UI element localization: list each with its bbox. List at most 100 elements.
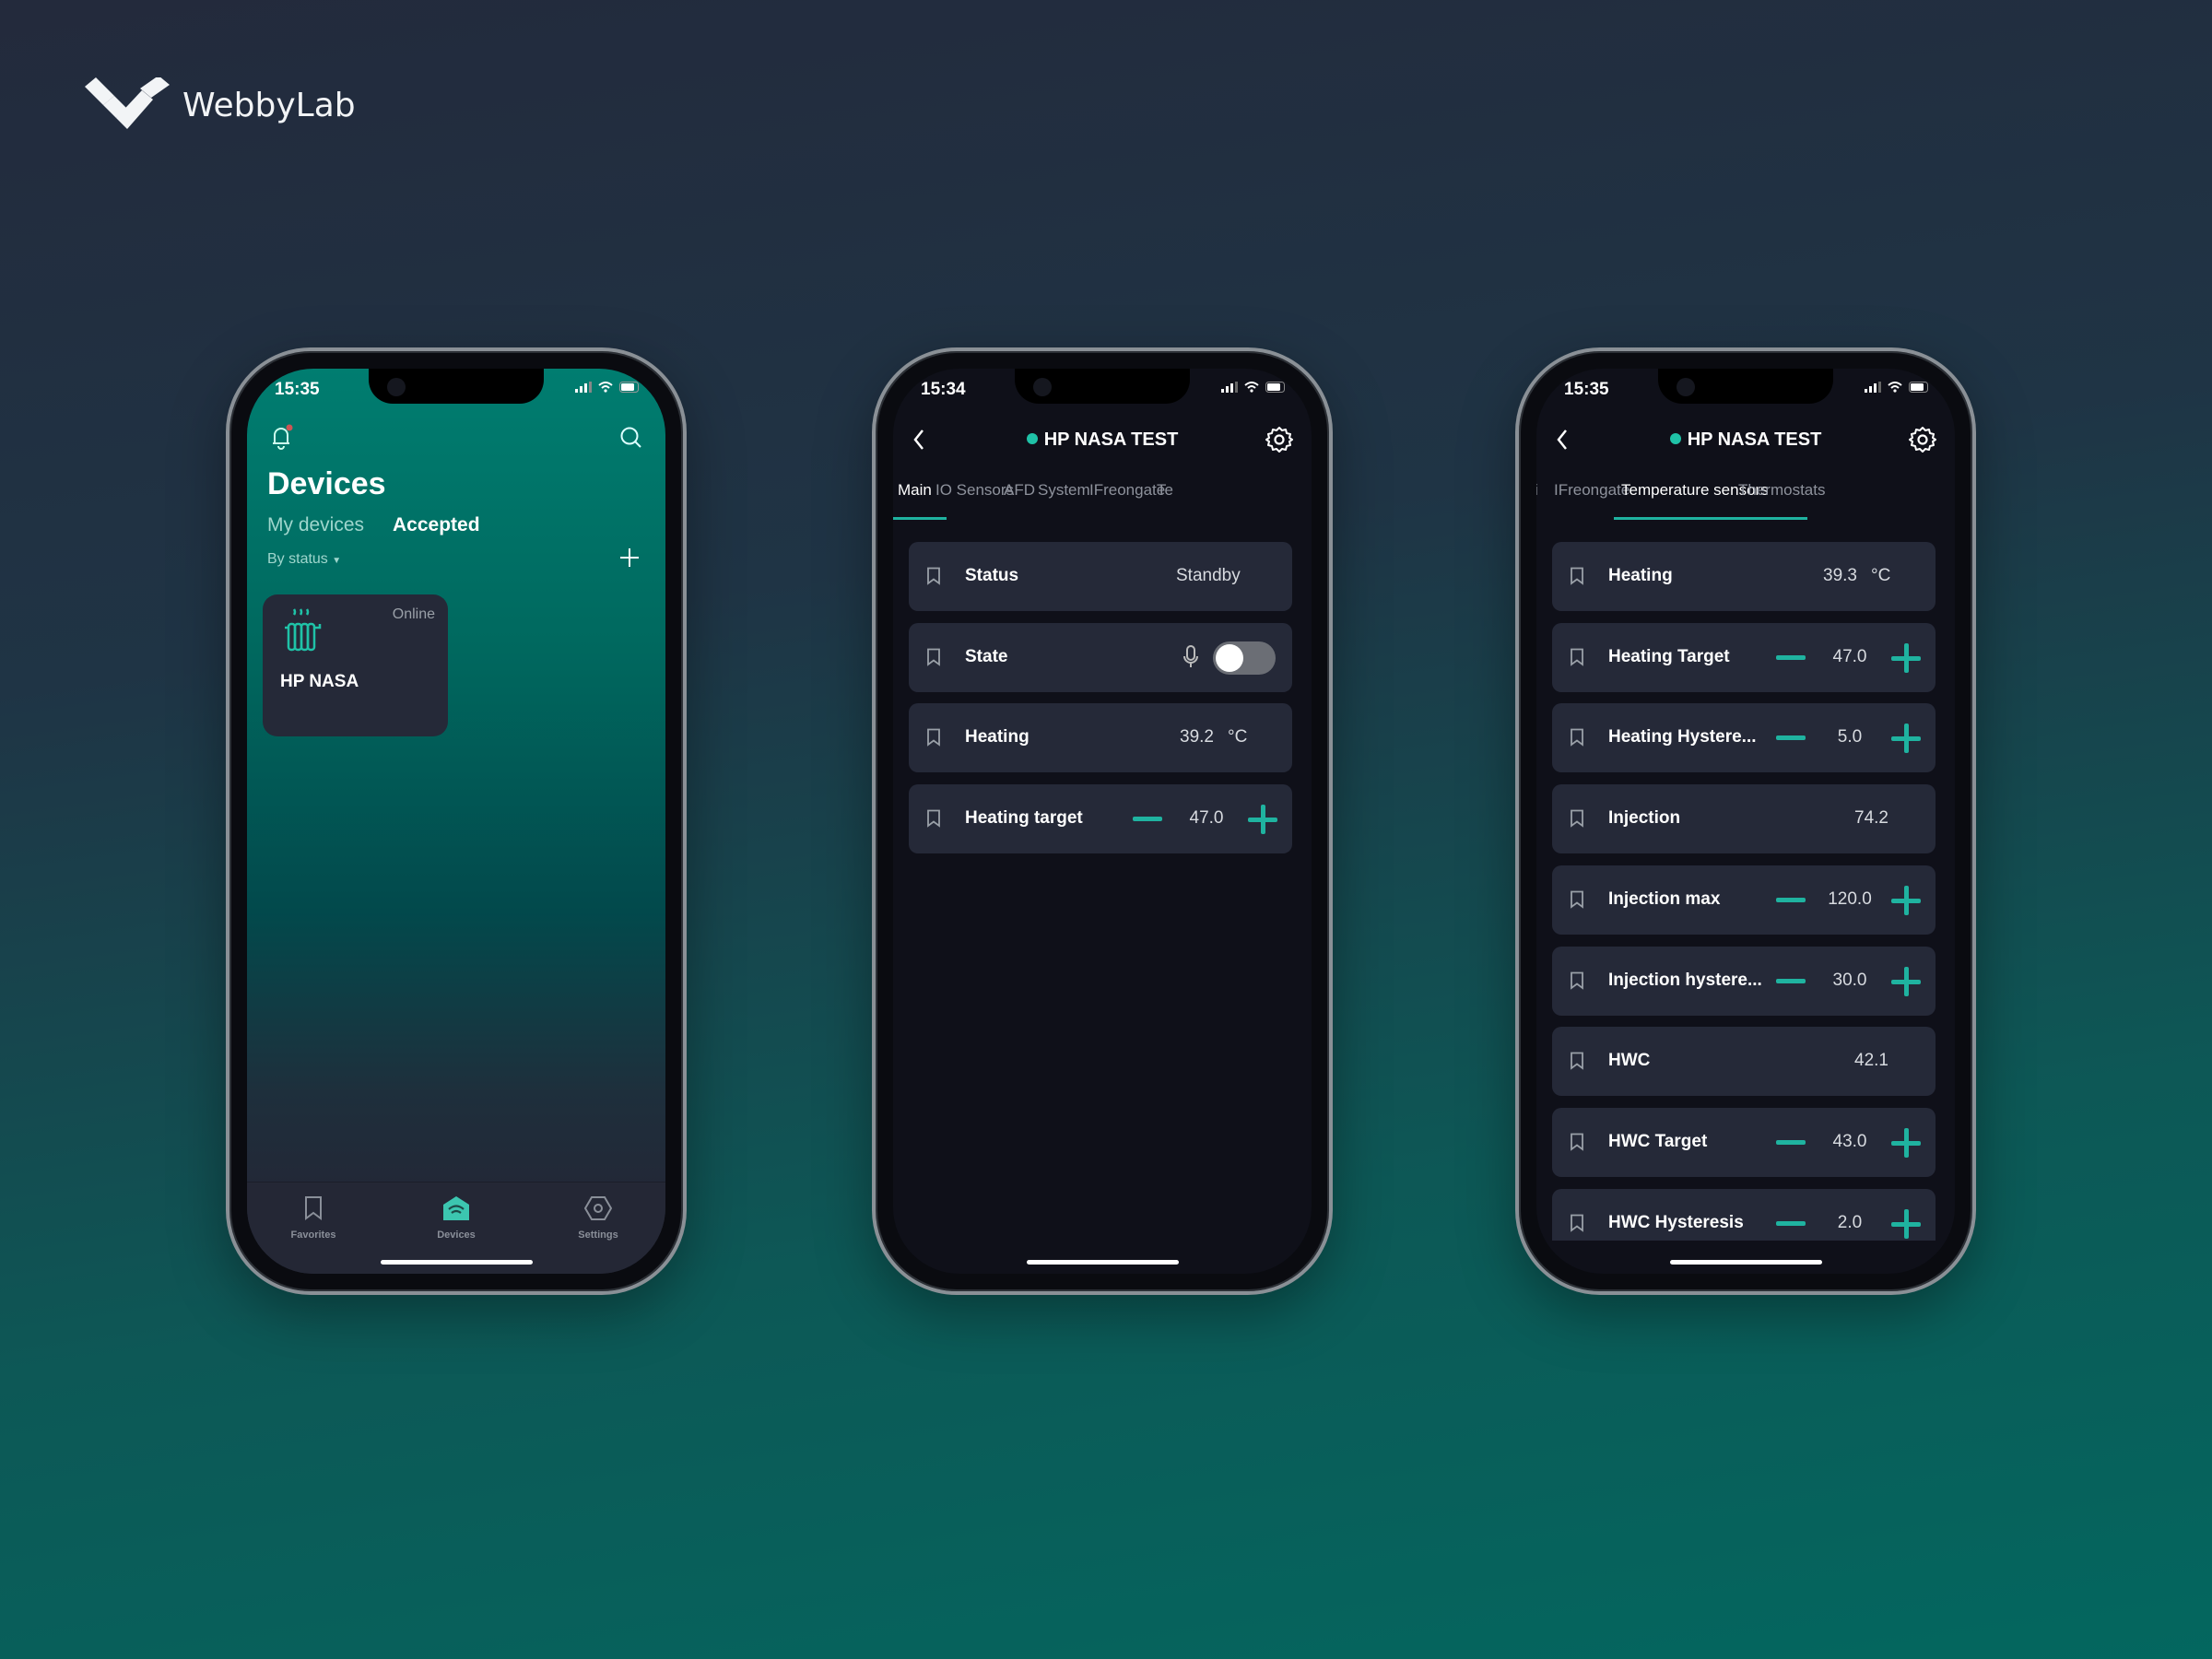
gear-icon[interactable] bbox=[1909, 426, 1936, 453]
nav-settings[interactable]: Settings bbox=[547, 1195, 649, 1241]
settings-hex-icon bbox=[583, 1196, 613, 1220]
tab-ifreongate[interactable]: IFreongate bbox=[1554, 481, 1630, 500]
tab-te[interactable]: Te bbox=[1157, 481, 1173, 500]
parameter-row: Heating Target 47.0 bbox=[1552, 623, 1936, 692]
device-name: HP NASA bbox=[280, 672, 359, 691]
parameter-list[interactable]: Heating 39.3 °C Heating Target 47.0 Heatin… bbox=[1552, 542, 1936, 1241]
phone-device-temperature: 15:35 HP NASA TEST iIFreongateTemperatur… bbox=[1515, 347, 1976, 1295]
parameter-row: Heating 39.3 °C bbox=[1552, 542, 1936, 611]
tab-my-devices[interactable]: My devices bbox=[267, 514, 364, 536]
radiator-icon bbox=[285, 608, 322, 652]
parameter-value: 42.1 bbox=[1854, 1051, 1888, 1070]
increment-button[interactable] bbox=[1891, 886, 1921, 915]
online-dot-icon bbox=[1026, 433, 1038, 444]
parameter-value: 74.2 bbox=[1854, 808, 1888, 828]
parameter-row: State bbox=[909, 623, 1292, 692]
bookmark-icon[interactable] bbox=[1570, 890, 1584, 909]
device-card[interactable]: Online HP NASA bbox=[263, 594, 448, 736]
parameter-row: Injection max 120.0 bbox=[1552, 865, 1936, 935]
nav-label: Devices bbox=[437, 1230, 476, 1241]
decrement-button[interactable] bbox=[1776, 655, 1806, 660]
increment-button[interactable] bbox=[1891, 1128, 1921, 1158]
tab-i[interactable]: i bbox=[1536, 481, 1538, 500]
microphone-icon[interactable] bbox=[1183, 645, 1198, 669]
bookmark-icon[interactable] bbox=[1570, 809, 1584, 828]
parameter-label: Heating target bbox=[965, 808, 1083, 828]
increment-button[interactable] bbox=[1891, 1209, 1921, 1239]
decrement-button[interactable] bbox=[1776, 1140, 1806, 1145]
bookmark-icon[interactable] bbox=[1570, 971, 1584, 990]
status-time: 15:34 bbox=[921, 380, 966, 399]
tab-thermostats[interactable]: Thermostats bbox=[1738, 481, 1825, 500]
category-tabs: Main IO Sensors AFD System IFreongate Te bbox=[893, 481, 1312, 522]
phone-device-main: 15:34 HP NASA TEST Main IO Sensors AFD Syst… bbox=[872, 347, 1333, 1295]
increment-button[interactable] bbox=[1891, 967, 1921, 996]
device-title-text: HP NASA TEST bbox=[1687, 429, 1822, 450]
bookmark-icon[interactable] bbox=[1570, 1052, 1584, 1070]
parameter-label: HWC Target bbox=[1608, 1132, 1708, 1151]
decrement-button[interactable] bbox=[1776, 979, 1806, 983]
caret-down-icon: ▼ bbox=[332, 556, 342, 566]
device-title: HP NASA TEST bbox=[893, 429, 1312, 451]
tab-afd[interactable]: AFD bbox=[1004, 481, 1035, 500]
bookmark-icon[interactable] bbox=[1570, 728, 1584, 747]
parameter-row: Heating Hystere... 5.0 bbox=[1552, 703, 1936, 772]
decrement-button[interactable] bbox=[1133, 817, 1162, 821]
bookmark-icon[interactable] bbox=[926, 728, 941, 747]
device-title: HP NASA TEST bbox=[1536, 429, 1955, 451]
device-title-text: HP NASA TEST bbox=[1043, 429, 1179, 450]
parameter-value: 39.3 bbox=[1823, 566, 1857, 585]
webbylab-logo: WebbyLab bbox=[81, 77, 356, 133]
bookmark-icon[interactable] bbox=[926, 809, 941, 828]
parameter-label: HWC Hysteresis bbox=[1608, 1213, 1744, 1232]
parameter-list[interactable]: Status Standby State Heating 39.2 °C Heatin… bbox=[909, 542, 1292, 1241]
increment-button[interactable] bbox=[1891, 724, 1921, 753]
tab-accepted[interactable]: Accepted bbox=[393, 514, 480, 536]
device-status: Online bbox=[392, 606, 435, 622]
nav-favorites[interactable]: Favorites bbox=[263, 1195, 364, 1241]
bookmark-icon[interactable] bbox=[1570, 567, 1584, 585]
stepper-value: 43.0 bbox=[1832, 1132, 1867, 1151]
parameter-label: Injection hystere... bbox=[1608, 971, 1762, 990]
bookmark-icon[interactable] bbox=[926, 648, 941, 666]
state-toggle[interactable] bbox=[1213, 641, 1276, 675]
tab-ifreongate[interactable]: IFreongate bbox=[1089, 481, 1165, 500]
parameter-row: HWC 42.1 bbox=[1552, 1027, 1936, 1096]
page-title: Devices bbox=[267, 466, 386, 501]
parameter-row: Status Standby bbox=[909, 542, 1292, 611]
tab-system[interactable]: System bbox=[1038, 481, 1090, 500]
parameter-label: HWC bbox=[1608, 1051, 1651, 1070]
home-indicator bbox=[381, 1260, 533, 1265]
bookmark-icon[interactable] bbox=[926, 567, 941, 585]
search-icon[interactable] bbox=[619, 426, 643, 450]
bookmark-icon[interactable] bbox=[1570, 1133, 1584, 1151]
stepper-value: 47.0 bbox=[1189, 808, 1224, 828]
decrement-button[interactable] bbox=[1776, 735, 1806, 740]
filter-dropdown[interactable]: By status ▼ bbox=[267, 551, 341, 568]
increment-button[interactable] bbox=[1248, 805, 1277, 834]
tab-main[interactable]: Main bbox=[898, 481, 932, 500]
tab-io-sensors[interactable]: IO Sensors bbox=[935, 481, 1014, 500]
nav-devices[interactable]: Devices bbox=[406, 1195, 507, 1241]
parameter-label: Injection bbox=[1608, 808, 1681, 828]
gear-icon[interactable] bbox=[1265, 426, 1293, 453]
stepper-value: 2.0 bbox=[1837, 1213, 1863, 1232]
notification-bell-icon[interactable] bbox=[269, 424, 295, 452]
parameter-row: Heating target 47.0 bbox=[909, 784, 1292, 853]
parameter-row: Injection 74.2 bbox=[1552, 784, 1936, 853]
add-device-icon[interactable] bbox=[619, 547, 640, 568]
status-icons bbox=[575, 382, 641, 393]
bookmark-icon[interactable] bbox=[1570, 648, 1584, 666]
increment-button[interactable] bbox=[1891, 643, 1921, 673]
parameter-label: Heating bbox=[1608, 566, 1673, 585]
device-header: HP NASA TEST bbox=[893, 424, 1312, 457]
parameter-label: Status bbox=[965, 566, 1019, 585]
status-icons bbox=[1865, 382, 1931, 393]
parameter-label: Heating Target bbox=[1608, 647, 1730, 666]
decrement-button[interactable] bbox=[1776, 898, 1806, 902]
active-tab-underline bbox=[893, 517, 947, 520]
filter-label: By status bbox=[267, 551, 328, 567]
parameter-row: Heating 39.2 °C bbox=[909, 703, 1292, 772]
bookmark-icon[interactable] bbox=[1570, 1214, 1584, 1232]
decrement-button[interactable] bbox=[1776, 1221, 1806, 1226]
